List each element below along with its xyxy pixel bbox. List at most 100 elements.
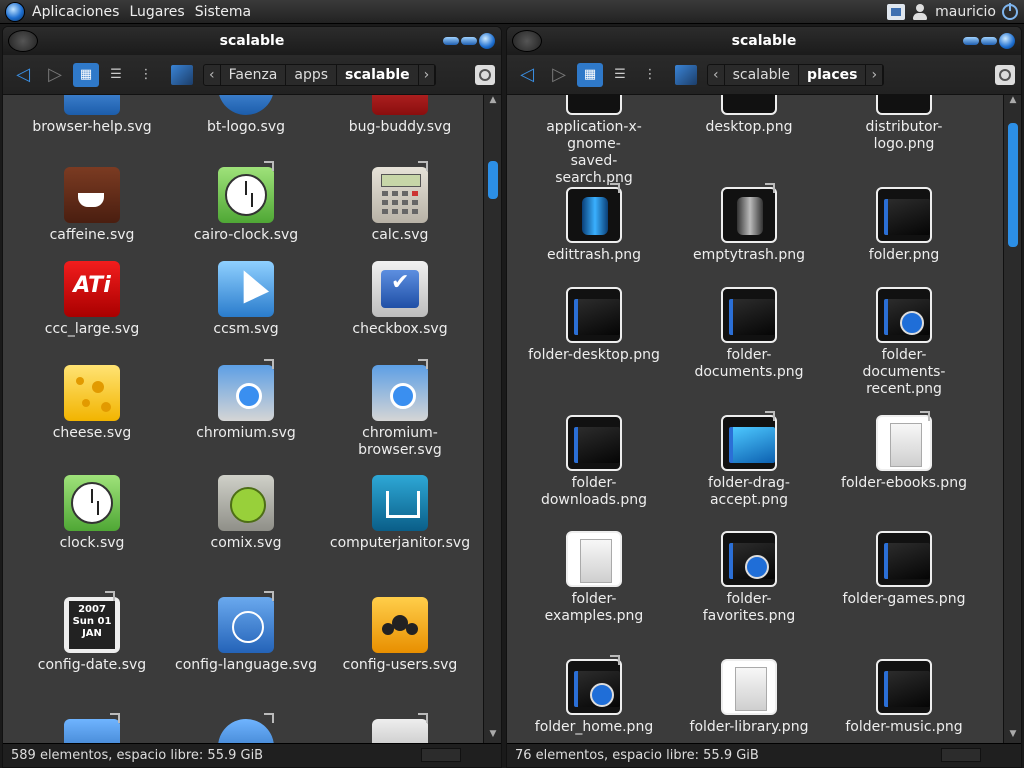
scroll-down-arrow-icon[interactable]: ▼	[484, 729, 501, 743]
file-item[interactable]: folder-music.png	[829, 659, 979, 736]
file-item[interactable]: folder.png	[829, 187, 979, 264]
maximize-button[interactable]	[981, 37, 997, 45]
breadcrumb-left-arrow[interactable]: ‹	[708, 64, 725, 85]
file-item[interactable]: folder-ebooks.png	[829, 411, 979, 492]
file-item[interactable]: folder_home.png	[519, 655, 669, 736]
breadcrumb-scalable[interactable]: scalable	[337, 64, 419, 85]
file-item[interactable]: cheese.svg	[17, 365, 167, 442]
right-scrollbar[interactable]: ▲ ▼	[1003, 95, 1021, 743]
breadcrumb-apps[interactable]: apps	[286, 64, 338, 85]
file-item[interactable]: folder-favorites.png	[674, 531, 824, 625]
file-item[interactable]: folder-games.png	[829, 531, 979, 608]
file-item[interactable]: ATi ccc_large.svg	[17, 261, 167, 338]
zoom-icon[interactable]	[475, 64, 495, 85]
calculator-icon	[372, 161, 428, 223]
file-item-partial[interactable]	[17, 713, 167, 743]
ubuntu-logo-icon[interactable]	[6, 2, 24, 21]
file-item[interactable]: folder-downloads.png	[519, 415, 669, 509]
breadcrumb-scalable[interactable]: scalable	[725, 64, 800, 85]
scroll-up-arrow-icon[interactable]: ▲	[484, 95, 501, 109]
left-titlebar[interactable]: scalable	[3, 27, 501, 55]
breadcrumb-places[interactable]: places	[799, 64, 867, 85]
menu-lugares[interactable]: Lugares	[129, 4, 184, 20]
file-item[interactable]: checkbox.svg	[325, 261, 475, 338]
status-text: 76 elementos, espacio libre: 55.9 GiB	[515, 748, 759, 763]
breadcrumb-right-arrow[interactable]: ›	[419, 64, 436, 85]
window-menu-icon[interactable]	[512, 30, 542, 52]
left-icon-grid[interactable]: browser-help.svg bt-logo.svg bug-buddy.s…	[3, 95, 483, 743]
username[interactable]: mauricio	[935, 4, 996, 20]
breadcrumb-faenza[interactable]: Faenza	[221, 64, 287, 85]
file-item[interactable]: folder-documents-recent.png	[829, 287, 979, 398]
right-titlebar[interactable]: scalable	[507, 27, 1021, 55]
file-label: folder-documents-recent.png	[862, 347, 946, 397]
file-item-partial[interactable]	[325, 713, 475, 743]
minimize-button[interactable]	[443, 37, 459, 45]
file-item[interactable]: clock.svg	[17, 475, 167, 552]
file-item[interactable]: desktop.png	[674, 95, 824, 136]
file-item[interactable]: folder-drag-accept.png	[674, 411, 824, 509]
file-item[interactable]: folder-desktop.png	[519, 287, 669, 364]
scroll-thumb[interactable]	[1008, 123, 1018, 247]
file-item[interactable]: application-x-gnome-saved-search.png	[519, 95, 669, 187]
file-item[interactable]: computerjanitor.svg	[325, 475, 475, 552]
file-label: folder-documents.png	[694, 347, 804, 380]
breadcrumb-left-arrow[interactable]: ‹	[204, 64, 221, 85]
scroll-thumb[interactable]	[488, 161, 498, 199]
file-item[interactable]: bug-buddy.svg	[325, 95, 475, 136]
close-button[interactable]	[999, 33, 1015, 49]
forward-button[interactable]: ▷	[41, 62, 69, 88]
file-item[interactable]: distributor-logo.png	[829, 95, 979, 153]
file-item[interactable]: edittrash.png	[519, 183, 669, 264]
clock-icon	[218, 161, 274, 223]
maximize-button[interactable]	[461, 37, 477, 45]
file-item[interactable]: chromium-browser.svg	[325, 359, 475, 459]
file-item[interactable]: chromium.svg	[171, 359, 321, 442]
file-item[interactable]: bt-logo.svg	[171, 95, 321, 136]
file-item[interactable]: calc.svg	[325, 161, 475, 244]
menu-aplicaciones[interactable]: Aplicaciones	[32, 4, 119, 20]
back-button[interactable]: ◁	[513, 62, 541, 88]
menu-sistema[interactable]: Sistema	[195, 4, 251, 20]
statusbar-slider[interactable]	[421, 748, 461, 762]
file-item[interactable]: comix.svg	[171, 475, 321, 552]
icon-view-button[interactable]: ▦	[73, 62, 99, 87]
close-button[interactable]	[479, 33, 495, 49]
power-icon[interactable]	[1002, 2, 1018, 20]
minimize-button[interactable]	[963, 37, 979, 45]
file-item-partial[interactable]	[171, 713, 321, 743]
scroll-up-arrow-icon[interactable]: ▲	[1004, 95, 1021, 109]
icon-view-button[interactable]: ▦	[577, 62, 603, 87]
file-item[interactable]: folder-library.png	[674, 659, 824, 736]
right-toolbar: ◁ ▷ ▦ ☰ ⋮ ‹ scalable places ›	[507, 55, 1021, 95]
file-item[interactable]: config-language.svg	[171, 591, 321, 674]
file-item[interactable]: ccsm.svg	[171, 261, 321, 338]
left-scrollbar[interactable]: ▲ ▼	[483, 95, 501, 743]
compact-view-button[interactable]: ⋮	[637, 63, 663, 87]
edit-location-icon[interactable]	[171, 64, 193, 85]
file-item[interactable]: folder-examples.png	[519, 531, 669, 625]
file-item[interactable]: emptytrash.png	[674, 183, 824, 264]
list-view-button[interactable]: ☰	[103, 63, 129, 87]
edit-location-icon[interactable]	[675, 64, 697, 85]
file-item[interactable]: browser-help.svg	[17, 95, 167, 136]
symlink-arrow-icon	[105, 591, 115, 601]
list-view-button[interactable]: ☰	[607, 63, 633, 87]
file-label: folder-drag-accept.png	[708, 475, 790, 508]
file-item[interactable]: 2007 Sun 01 JAN config-date.svg	[17, 591, 167, 674]
breadcrumb-right-arrow[interactable]: ›	[866, 64, 884, 85]
file-item[interactable]: cairo-clock.svg	[171, 161, 321, 244]
compact-view-button[interactable]: ⋮	[133, 63, 159, 87]
statusbar-slider[interactable]	[941, 748, 981, 762]
window-menu-icon[interactable]	[8, 30, 38, 52]
back-button[interactable]: ◁	[9, 62, 37, 88]
scroll-down-arrow-icon[interactable]: ▼	[1004, 729, 1021, 743]
network-icon[interactable]	[887, 3, 906, 20]
file-item[interactable]: folder-documents.png	[674, 287, 824, 381]
trash-full-icon	[566, 183, 622, 243]
forward-button[interactable]: ▷	[545, 62, 573, 88]
zoom-icon[interactable]	[995, 64, 1015, 85]
file-item[interactable]: caffeine.svg	[17, 167, 167, 244]
right-icon-grid[interactable]: application-x-gnome-saved-search.png des…	[507, 95, 1003, 743]
file-item[interactable]: config-users.svg	[325, 597, 475, 674]
